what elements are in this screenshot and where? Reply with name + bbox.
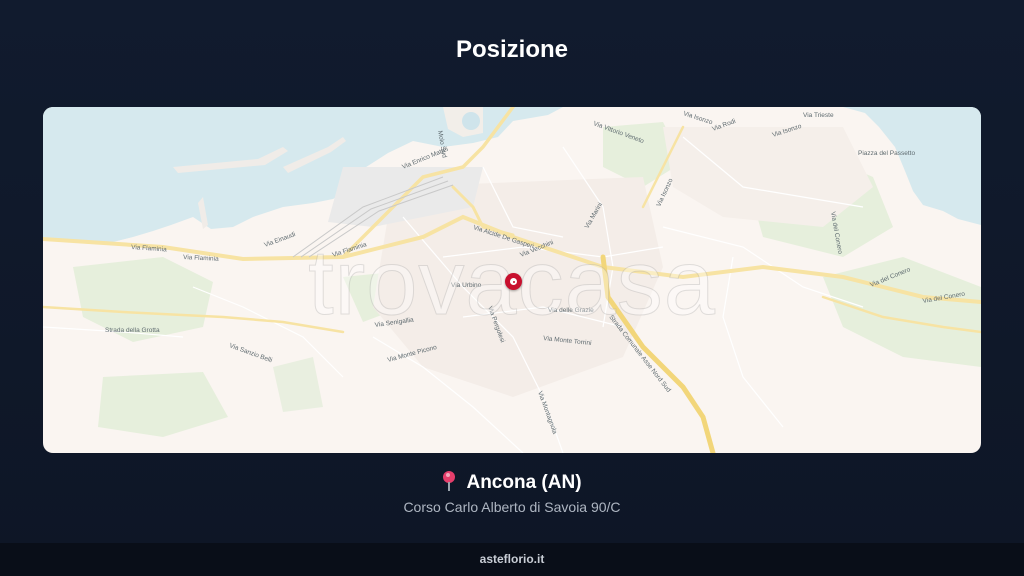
map-label: Via Isonzo bbox=[682, 110, 713, 126]
park-area bbox=[273, 357, 323, 412]
map-marker-icon[interactable] bbox=[505, 273, 522, 290]
map-label: Piazza del Passetto bbox=[858, 150, 915, 157]
footer-bar: asteflorio.it bbox=[0, 543, 1024, 576]
map-label: Via Montagnola bbox=[536, 390, 558, 435]
map-label: Via Isonzo bbox=[655, 177, 674, 208]
map-label: Via Trieste bbox=[803, 112, 834, 119]
built-area bbox=[663, 127, 873, 227]
city-label: Ancona (AN) bbox=[466, 472, 582, 493]
map-view[interactable]: Via Flaminia Via Flaminia Via Flaminia V… bbox=[43, 107, 981, 453]
pushpin-icon bbox=[442, 471, 456, 491]
map-label: Via Sanzio Belli bbox=[228, 342, 273, 364]
page-title: Posizione bbox=[455, 36, 569, 63]
park-area bbox=[98, 372, 228, 437]
location-title-row: Ancona (AN) bbox=[0, 471, 1024, 494]
footer-brand[interactable]: asteflorio.it bbox=[480, 552, 545, 566]
harbor-pool bbox=[462, 112, 480, 130]
address-label: Corso Carlo Alberto di Savoia 90/C bbox=[403, 499, 621, 515]
